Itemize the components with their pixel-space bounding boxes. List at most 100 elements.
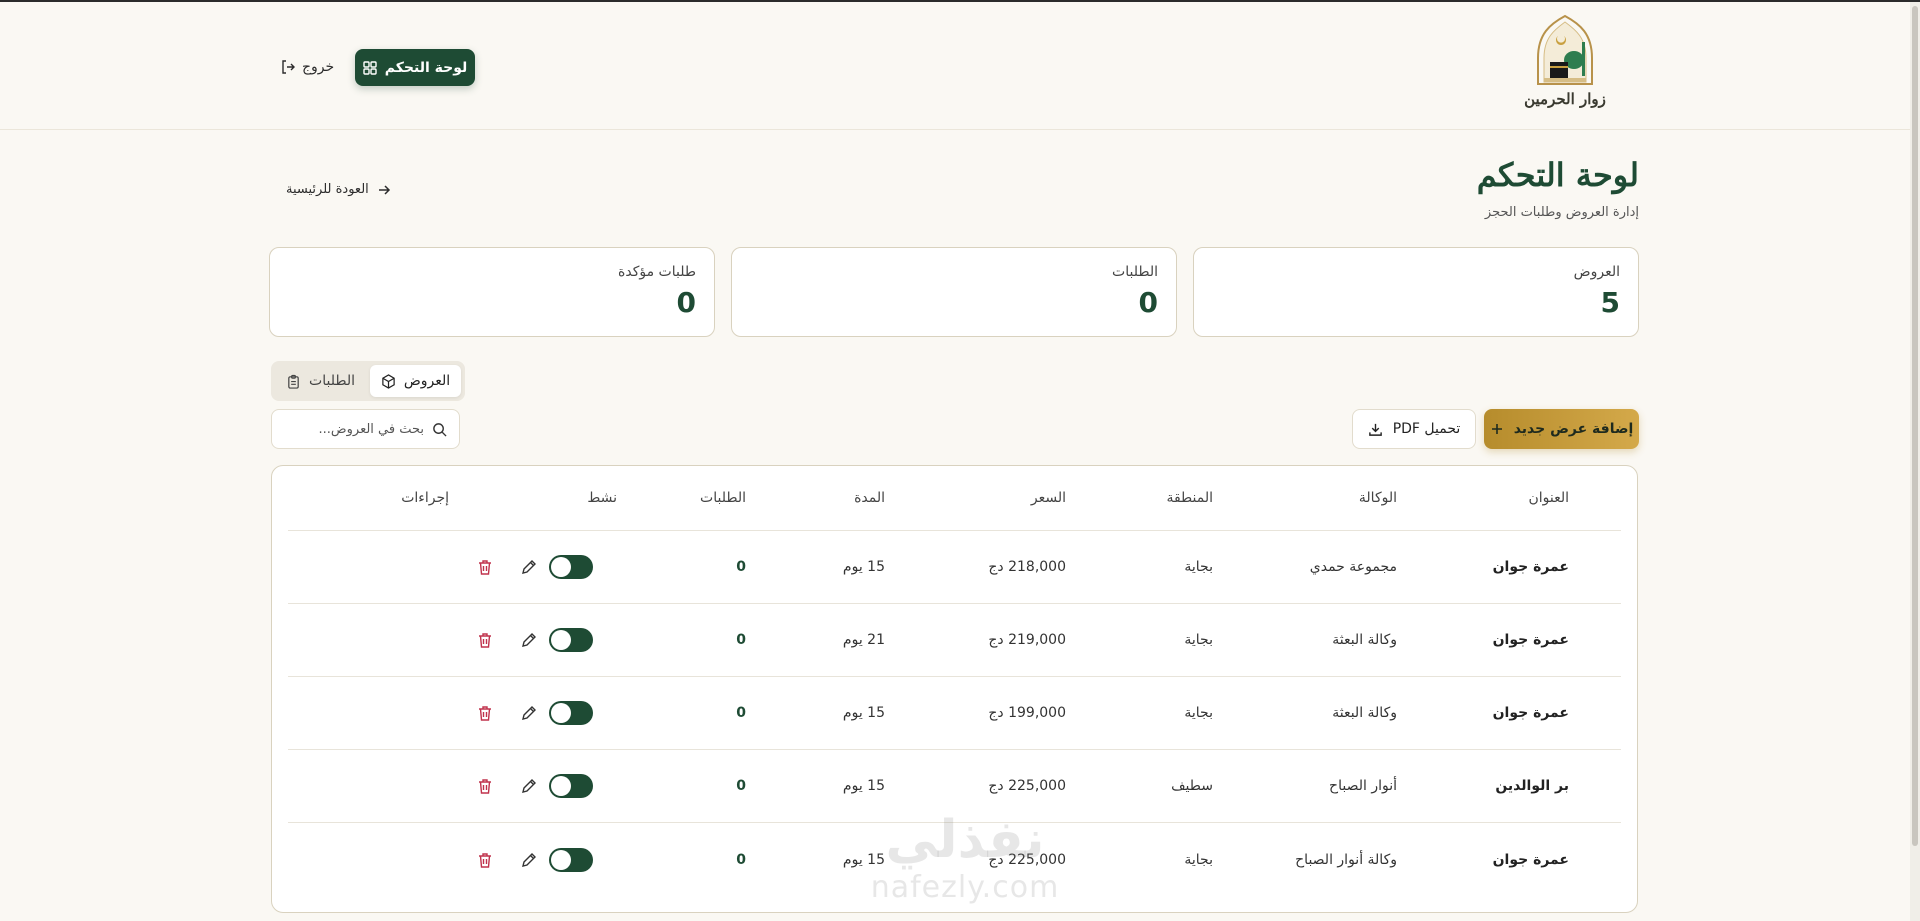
cell-region: سطيف xyxy=(1171,778,1213,794)
logo-text: زوار الحرمين xyxy=(1524,90,1606,108)
logout-icon xyxy=(282,60,295,74)
stat-card-requests: الطلبات 0 xyxy=(731,247,1177,337)
cell-title: عمرة جوان xyxy=(1492,851,1569,868)
cell-duration: 21 يوم xyxy=(842,632,885,648)
cell-title: بر الوالدين xyxy=(1495,778,1569,794)
cell-price: 225,000 دج xyxy=(988,851,1066,868)
package-icon xyxy=(382,373,395,389)
edit-icon[interactable] xyxy=(520,558,538,576)
cell-requests: 0 xyxy=(736,705,746,721)
logout-label: خروج xyxy=(302,59,335,75)
cell-price: 225,000 دج xyxy=(988,778,1066,794)
offers-search xyxy=(271,409,460,449)
site-logo[interactable]: زوار الحرمين xyxy=(1520,12,1610,112)
cell-duration: 15 يوم xyxy=(842,778,885,794)
table-row: عمرة جوان مجموعة حمدي بجاية 218,000 دج 1… xyxy=(288,531,1621,604)
cell-price: 218,000 دج xyxy=(988,559,1066,575)
page-title: لوحة التحكم xyxy=(1476,156,1639,194)
edit-icon[interactable] xyxy=(520,851,538,869)
toggle-knob xyxy=(551,630,571,650)
cell-price: 199,000 دج xyxy=(988,705,1066,721)
search-input[interactable] xyxy=(294,421,424,437)
stat-label: الطلبات xyxy=(1112,264,1158,280)
cell-agency: أنوار الصباح xyxy=(1329,778,1397,794)
page-subtitle: إدارة العروض وطلبات الحجز xyxy=(1484,205,1639,220)
dashboard-page: زوار الحرمين لوحة التحكم خروج لوحة التحك… xyxy=(0,0,1920,921)
logout-link[interactable]: خروج xyxy=(280,56,334,78)
column-header-title[interactable]: العنوان xyxy=(1528,466,1569,530)
scrollbar-thumb[interactable] xyxy=(1912,6,1918,846)
active-toggle[interactable] xyxy=(549,774,593,798)
column-header-duration[interactable]: المدة xyxy=(854,466,885,530)
column-header-requests[interactable]: الطلبات xyxy=(700,466,746,530)
active-toggle[interactable] xyxy=(549,847,593,872)
cell-region: بجاية xyxy=(1184,632,1213,648)
cell-agency: وكالة البعثة xyxy=(1332,632,1397,648)
dashboard-button[interactable]: لوحة التحكم xyxy=(355,49,475,86)
stat-label: طلبات مؤكدة xyxy=(618,264,696,280)
download-icon xyxy=(1368,423,1382,436)
cell-requests: 0 xyxy=(736,632,746,648)
stat-card-offers: العروض 5 xyxy=(1193,247,1639,337)
trash-icon[interactable] xyxy=(476,851,494,869)
stat-value: 0 xyxy=(676,286,696,319)
trash-icon[interactable] xyxy=(476,777,494,795)
back-to-home-link[interactable]: العودة للرئيسية xyxy=(286,182,391,197)
dashboard-button-label: لوحة التحكم xyxy=(384,59,468,76)
stat-card-confirmed: طلبات مؤكدة 0 xyxy=(269,247,715,337)
column-header-actions: إجراءات xyxy=(401,490,449,506)
trash-icon[interactable] xyxy=(476,631,494,649)
edit-icon[interactable] xyxy=(520,704,538,722)
edit-icon[interactable] xyxy=(520,777,538,795)
active-toggle[interactable] xyxy=(549,628,593,652)
cell-duration: 15 يوم xyxy=(842,559,885,575)
column-header-agency[interactable]: الوكالة xyxy=(1359,466,1397,530)
column-header-region[interactable]: المنطقة xyxy=(1166,466,1213,530)
add-offer-button[interactable]: إضافة عرض جديد xyxy=(1484,409,1639,449)
cell-agency: مجموعة حمدي xyxy=(1309,559,1397,575)
trash-icon[interactable] xyxy=(476,558,494,576)
cell-agency: وكالة البعثة xyxy=(1332,705,1397,721)
cell-region: بجاية xyxy=(1184,559,1213,575)
offers-table: العنوان الوكالة المنطقة السعر المدة الطل… xyxy=(271,465,1638,913)
cell-requests: 0 xyxy=(736,559,746,575)
cell-region: بجاية xyxy=(1184,705,1213,721)
stat-value: 5 xyxy=(1600,286,1620,319)
table-row: عمرة جوان وكالة أنوار الصباح بجاية 225,0… xyxy=(288,823,1621,896)
table-header-row: العنوان الوكالة المنطقة السعر المدة الطل… xyxy=(288,466,1621,531)
table-row: بر الوالدين أنوار الصباح سطيف 225,000 دج… xyxy=(288,750,1621,823)
column-header-active[interactable]: نشط xyxy=(587,466,617,530)
search-icon xyxy=(433,422,447,437)
page-scrollbar[interactable] xyxy=(1910,2,1920,921)
trash-icon[interactable] xyxy=(476,704,494,722)
cell-requests: 0 xyxy=(736,851,746,868)
cell-price: 219,000 دج xyxy=(988,632,1066,648)
tab-label: الطلبات xyxy=(309,373,355,389)
cell-duration: 15 يوم xyxy=(842,851,885,868)
view-tabs: العروض الطلبات xyxy=(271,361,465,401)
arrow-right-icon xyxy=(378,184,390,195)
tab-offers[interactable]: العروض xyxy=(370,365,461,397)
clipboard-icon xyxy=(288,374,299,389)
cell-duration: 15 يوم xyxy=(842,705,885,721)
toggle-knob xyxy=(551,703,571,723)
tab-requests[interactable]: الطلبات xyxy=(275,365,366,397)
stat-value: 0 xyxy=(1138,286,1158,319)
back-link-label: العودة للرئيسية xyxy=(286,182,369,197)
tab-label: العروض xyxy=(403,373,451,389)
toggle-knob xyxy=(551,776,571,796)
grid-icon xyxy=(363,60,377,75)
active-toggle[interactable] xyxy=(549,555,593,579)
active-toggle[interactable] xyxy=(549,701,593,725)
stat-label: العروض xyxy=(1573,264,1620,280)
column-header-price[interactable]: السعر xyxy=(1031,466,1066,530)
plus-icon xyxy=(1491,424,1502,434)
cell-region: بجاية xyxy=(1184,851,1213,868)
edit-icon[interactable] xyxy=(520,631,538,649)
download-pdf-button[interactable]: تحميل PDF xyxy=(1352,409,1476,449)
cell-title: عمرة جوان xyxy=(1492,705,1569,721)
cell-title: عمرة جوان xyxy=(1492,632,1569,648)
table-row: عمرة جوان وكالة البعثة بجاية 219,000 دج … xyxy=(288,604,1621,677)
toggle-knob xyxy=(551,557,571,577)
top-header: زوار الحرمين لوحة التحكم خروج xyxy=(0,2,1910,130)
